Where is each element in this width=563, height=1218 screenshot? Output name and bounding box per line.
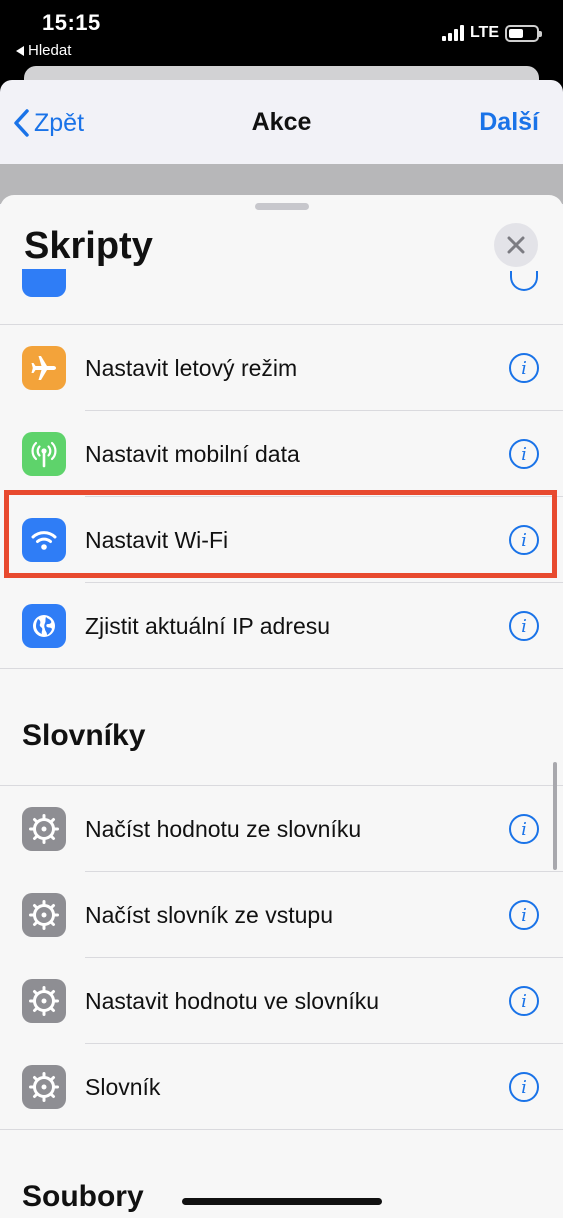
list-item[interactable]: Zjistit aktuální IP adresu i	[0, 583, 563, 669]
signal-icon	[441, 25, 464, 41]
status-indicators: LTE	[441, 24, 542, 42]
info-icon[interactable]: i	[509, 439, 539, 469]
item-label: Načíst slovník ze vstupu	[85, 901, 333, 928]
next-button[interactable]: Další	[479, 108, 539, 137]
sheet-title: Skripty	[24, 225, 153, 267]
close-button[interactable]	[494, 223, 538, 267]
info-icon[interactable]: i	[509, 1072, 539, 1102]
list-item[interactable]: Nastavit mobilní data i	[0, 411, 563, 497]
section-header-dictionaries: Slovníky	[0, 669, 563, 786]
status-back-link[interactable]: Hledat	[16, 42, 71, 59]
gear-icon	[22, 893, 66, 937]
info-icon-partial	[510, 271, 538, 291]
item-label: Slovník	[85, 1073, 161, 1100]
item-label: Nastavit Wi-Fi	[85, 526, 229, 553]
battery-icon	[505, 24, 542, 42]
info-icon[interactable]: i	[509, 353, 539, 383]
list-item[interactable]: Slovník i	[0, 1044, 563, 1130]
gear-icon	[22, 1065, 66, 1109]
wifi-icon	[22, 518, 66, 562]
section-title: Slovníky	[22, 719, 146, 752]
sheet-grabber[interactable]	[255, 203, 309, 210]
list-item-partial[interactable]	[0, 269, 563, 325]
info-icon[interactable]: i	[509, 814, 539, 844]
item-label: Načíst hodnotu ze slovníku	[85, 815, 362, 842]
list-item[interactable]: Načíst slovník ze vstupu i	[0, 872, 563, 958]
item-label: Zjistit aktuální IP adresu	[85, 612, 331, 639]
info-icon[interactable]: i	[509, 611, 539, 641]
info-icon[interactable]: i	[509, 525, 539, 555]
globe-icon	[22, 604, 66, 648]
antenna-icon	[22, 432, 66, 476]
gear-icon	[22, 807, 66, 851]
item-label: Nastavit letový režim	[85, 354, 298, 381]
status-back-label: Hledat	[28, 42, 72, 59]
back-triangle-icon	[16, 45, 24, 56]
scrollbar[interactable]	[553, 762, 557, 870]
gear-icon	[22, 979, 66, 1023]
item-label: Nastavit hodnotu ve slovníku	[85, 987, 380, 1014]
info-icon[interactable]: i	[509, 900, 539, 930]
home-indicator[interactable]	[182, 1198, 382, 1205]
list-item[interactable]: Načíst hodnotu ze slovníku i	[0, 786, 563, 872]
network-type: LTE	[469, 24, 499, 41]
list-item-wifi[interactable]: Nastavit Wi-Fi i	[0, 497, 563, 583]
info-icon[interactable]: i	[509, 986, 539, 1016]
status-bar: 15:15 Hledat LTE	[0, 0, 563, 62]
list-item[interactable]: Nastavit hodnotu ve slovníku i	[0, 958, 563, 1044]
close-icon	[507, 236, 525, 254]
status-time: 15:15	[42, 10, 101, 35]
airplane-icon	[22, 346, 66, 390]
item-label: Nastavit mobilní data	[85, 440, 300, 467]
list-item[interactable]: Nastavit letový režim i	[0, 325, 563, 411]
section-title: Soubory	[22, 1180, 144, 1213]
actions-sheet: Skripty Nastavit letový režim i Nastavit…	[0, 195, 563, 1218]
app-icon-partial	[22, 269, 66, 297]
actions-list: Nastavit letový režim i Nastavit mobilní…	[0, 269, 563, 1218]
